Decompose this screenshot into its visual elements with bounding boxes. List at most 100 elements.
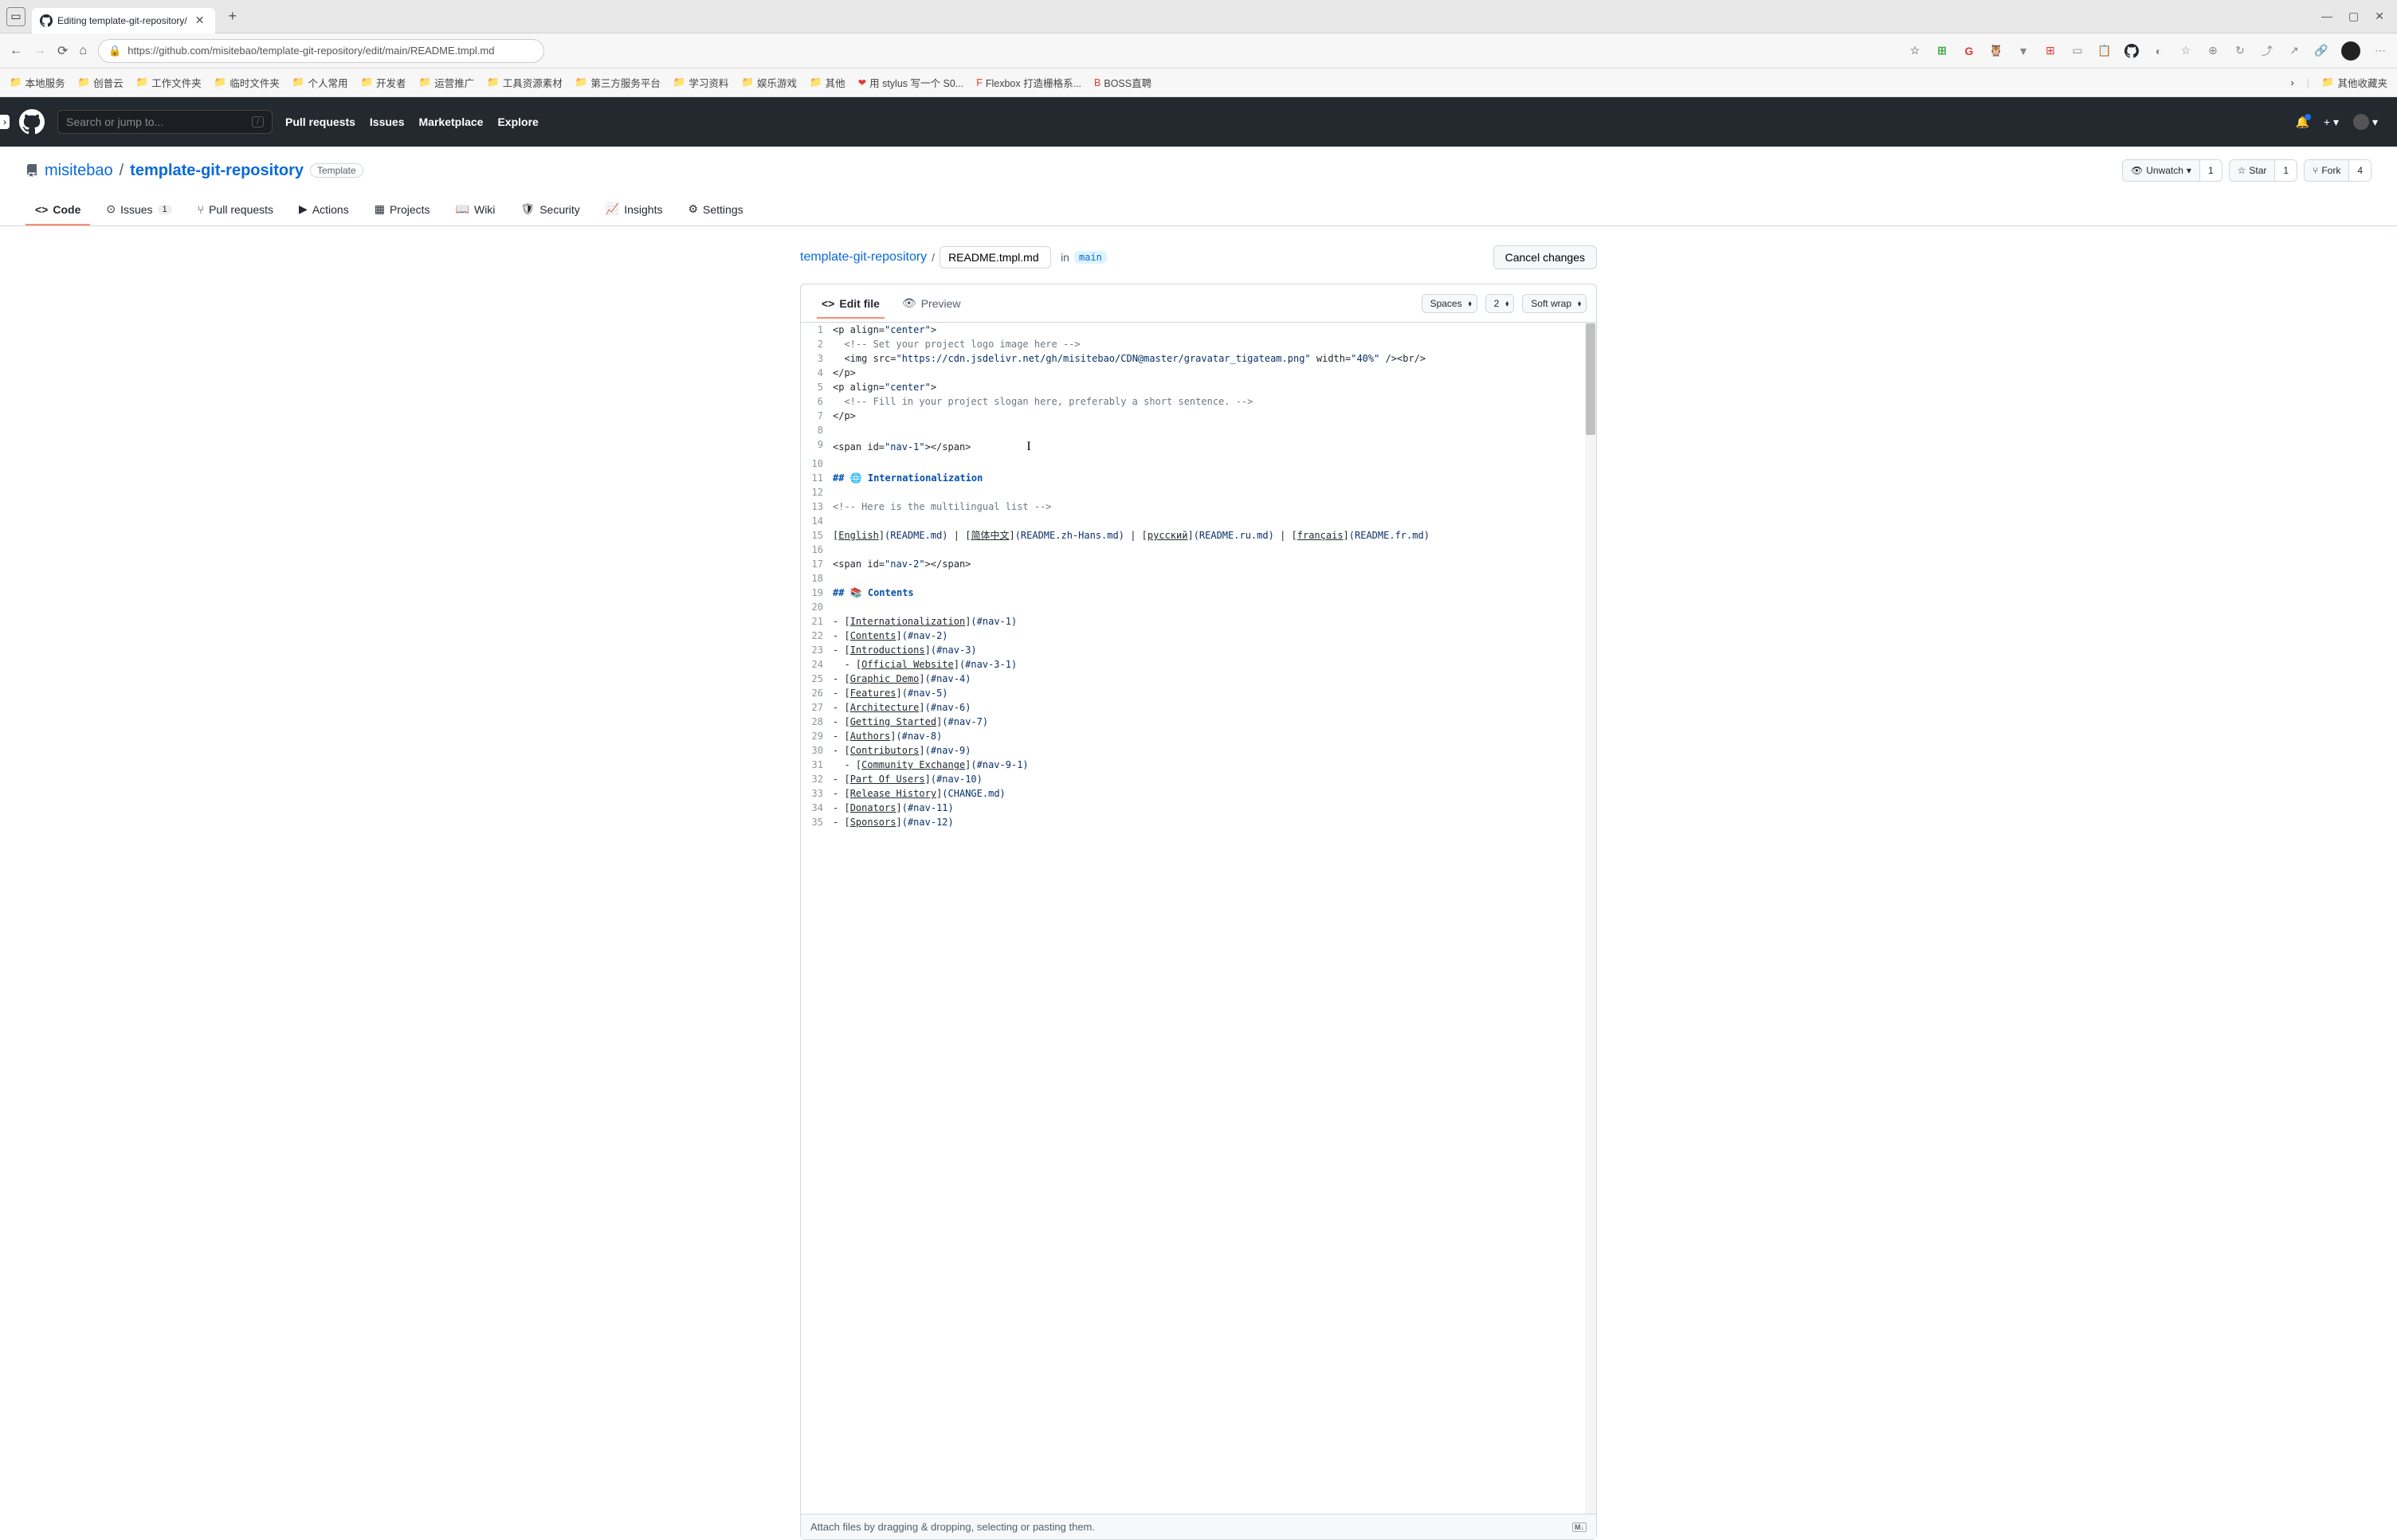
bookmark-item[interactable]: FFlexbox 打造栅格系... — [976, 75, 1081, 90]
tab-issues[interactable]: ⊙ Issues 1 — [96, 194, 181, 225]
tab-close-icon[interactable]: ✕ — [192, 14, 208, 27]
github-search-input[interactable]: Search or jump to... / — [57, 110, 273, 134]
extension-icon[interactable]: ⊞ — [2043, 44, 2058, 58]
tab-pull-requests[interactable]: ⑂ Pull requests — [188, 194, 283, 225]
extension-icon[interactable]: ◐ — [2152, 44, 2166, 58]
github-ext-icon[interactable] — [2124, 44, 2139, 58]
code-line[interactable]: 7</p> — [801, 409, 1596, 423]
fork-button[interactable]: ⑂ Fork — [2305, 160, 2348, 181]
code-line[interactable]: 29- [Authors](#nav-8) — [801, 729, 1596, 743]
bookmark-folder[interactable]: 📁第三方服务平台 — [575, 75, 661, 90]
code-line[interactable]: 34- [Donators](#nav-11) — [801, 801, 1596, 815]
tab-wiki[interactable]: 📖 Wiki — [446, 194, 505, 225]
create-menu-icon[interactable]: + ▾ — [2324, 116, 2339, 129]
bookmark-folder[interactable]: 📁娱乐游戏 — [741, 75, 797, 90]
code-line[interactable]: 23- [Introductions](#nav-3) — [801, 643, 1596, 657]
code-line[interactable]: 20 — [801, 600, 1596, 614]
code-line[interactable]: 6 <!-- Fill in your project slogan here,… — [801, 394, 1596, 409]
code-line[interactable]: 16 — [801, 543, 1596, 557]
code-line[interactable]: 12 — [801, 485, 1596, 500]
code-line[interactable]: 28- [Getting Started](#nav-7) — [801, 715, 1596, 729]
repo-name-link[interactable]: template-git-repository — [130, 162, 304, 180]
extension-icon[interactable]: G — [1962, 44, 1976, 58]
gh-nav-pull-requests[interactable]: Pull requests — [285, 116, 355, 128]
tab-overview-icon[interactable]: ▭ — [6, 7, 26, 26]
bookmark-folder[interactable]: 📁个人常用 — [292, 75, 348, 90]
user-menu[interactable]: ▾ — [2353, 114, 2378, 130]
sidebar-expand-icon[interactable]: › — [0, 115, 10, 129]
extension-icon[interactable]: ⊕ — [2206, 44, 2220, 58]
bookmark-folder[interactable]: 📁工作文件夹 — [136, 75, 202, 90]
code-line[interactable]: 19## 📚 Contents — [801, 586, 1596, 600]
code-line[interactable]: 25- [Graphic Demo](#nav-4) — [801, 672, 1596, 686]
markdown-icon[interactable]: M↓ — [1572, 1522, 1587, 1532]
watch-count[interactable]: 1 — [2199, 160, 2222, 181]
cancel-changes-button[interactable]: Cancel changes — [1493, 245, 1597, 269]
bookmark-folder[interactable]: 📁运营推广 — [419, 75, 475, 90]
extension-icon[interactable]: ▼ — [2016, 44, 2030, 58]
fork-count[interactable]: 4 — [2348, 160, 2371, 181]
refresh-icon[interactable]: ⟳ — [57, 43, 68, 59]
code-line[interactable]: 1<p align="center"> — [801, 323, 1596, 337]
code-line[interactable]: 24 - [Official Website](#nav-3-1) — [801, 657, 1596, 672]
extension-icon[interactable]: ⊞ — [1935, 44, 1949, 58]
bookmark-folder[interactable]: 📁临时文件夹 — [214, 75, 280, 90]
tab-code[interactable]: <> Code — [26, 194, 90, 225]
breadcrumb-root[interactable]: template-git-repository — [800, 250, 927, 265]
gh-nav-explore[interactable]: Explore — [497, 116, 538, 128]
gh-nav-issues[interactable]: Issues — [370, 116, 405, 128]
code-line[interactable]: 32- [Part Of Users](#nav-10) — [801, 772, 1596, 786]
bookmark-folder[interactable]: 📁本地服务 — [10, 75, 65, 90]
bookmark-folder[interactable]: 📁其他 — [810, 75, 845, 90]
code-line[interactable]: 10 — [801, 457, 1596, 471]
tab-insights[interactable]: 📈 Insights — [596, 194, 673, 225]
extension-icon[interactable]: ⤴ — [2260, 44, 2274, 58]
code-line[interactable]: 9<span id="nav-1"></span>I — [801, 437, 1596, 457]
code-line[interactable]: 14 — [801, 514, 1596, 528]
wrap-mode-select[interactable]: Soft wrap▴▾ — [1522, 294, 1587, 313]
bookmark-folder[interactable]: 📁其他收藏夹 — [2322, 75, 2387, 90]
menu-icon[interactable]: ⋯ — [2373, 44, 2387, 58]
star-button[interactable]: ☆ Star — [2230, 160, 2275, 181]
indent-size-select[interactable]: 2▴▾ — [1485, 294, 1515, 313]
code-line[interactable]: 22- [Contents](#nav-2) — [801, 629, 1596, 643]
bookmark-overflow-icon[interactable]: › — [2290, 77, 2293, 88]
code-line[interactable]: 15[English](README.md) | [简体中文](README.z… — [801, 528, 1596, 543]
tab-projects[interactable]: ▦ Projects — [365, 194, 440, 225]
favorite-icon[interactable]: ☆ — [1908, 44, 1922, 58]
bookmark-item[interactable]: BBOSS直聘 — [1094, 75, 1151, 90]
code-editor[interactable]: 1<p align="center">2 <!-- Set your proje… — [801, 323, 1596, 1514]
bookmark-folder[interactable]: 📁创普云 — [78, 75, 124, 90]
tab-settings[interactable]: ⚙ Settings — [678, 194, 752, 225]
code-line[interactable]: 4</p> — [801, 366, 1596, 380]
extension-icon[interactable]: 🦉 — [1989, 44, 2003, 58]
back-icon[interactable]: ← — [10, 44, 22, 58]
unwatch-button[interactable]: 👁 Unwatch ▾ — [2123, 160, 2199, 181]
indent-mode-select[interactable]: Spaces▴▾ — [1422, 294, 1477, 313]
bookmark-item[interactable]: ❤用 stylus 写一个 S0... — [858, 75, 964, 90]
scrollbar-track[interactable] — [1585, 323, 1596, 1514]
filename-input[interactable] — [940, 246, 1051, 268]
github-logo-icon[interactable] — [19, 109, 45, 135]
code-line[interactable]: 30- [Contributors](#nav-9) — [801, 743, 1596, 758]
code-line[interactable]: 2 <!-- Set your project logo image here … — [801, 337, 1596, 351]
collections-icon[interactable]: ☆ — [2179, 44, 2193, 58]
home-icon[interactable]: ⌂ — [79, 44, 87, 58]
window-close-icon[interactable]: ✕ — [2375, 10, 2384, 23]
bookmark-folder[interactable]: 📁工具资源素材 — [487, 75, 563, 90]
gh-nav-marketplace[interactable]: Marketplace — [419, 116, 484, 128]
bookmark-folder[interactable]: 📁开发者 — [360, 75, 406, 90]
code-line[interactable]: 3 <img src="https://cdn.jsdelivr.net/gh/… — [801, 351, 1596, 366]
window-minimize-icon[interactable]: — — [2321, 10, 2332, 23]
bookmark-folder[interactable]: 📁学习资料 — [673, 75, 729, 90]
code-line[interactable]: 27- [Architecture](#nav-6) — [801, 700, 1596, 715]
tab-preview[interactable]: 👁 Preview — [891, 288, 972, 318]
code-line[interactable]: 21- [Internationalization](#nav-1) — [801, 614, 1596, 629]
code-line[interactable]: 18 — [801, 571, 1596, 586]
star-count[interactable]: 1 — [2274, 160, 2297, 181]
history-icon[interactable]: ↻ — [2233, 44, 2247, 58]
extension-icon[interactable]: ↗ — [2287, 44, 2301, 58]
tab-security[interactable]: 🛡 Security — [511, 194, 589, 225]
extension-icon[interactable]: ▭ — [2070, 44, 2085, 58]
code-line[interactable]: 11## 🌐 Internationalization — [801, 471, 1596, 485]
